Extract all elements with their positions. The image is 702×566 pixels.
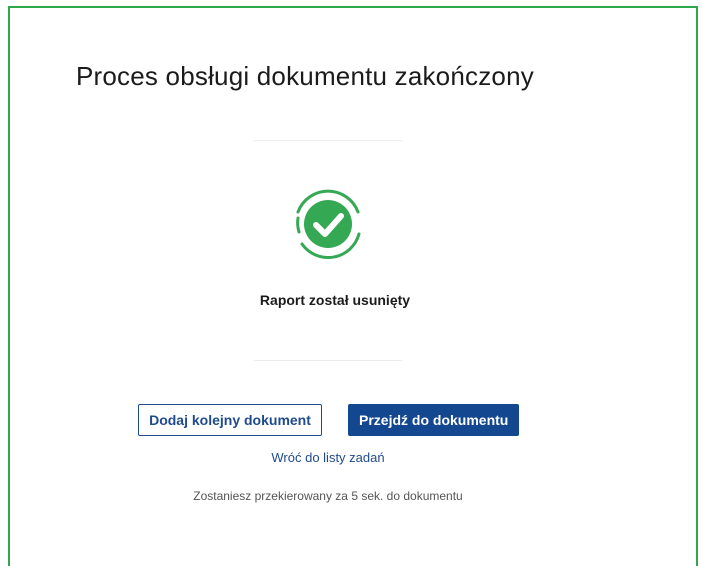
top-divider <box>254 140 402 141</box>
back-to-tasks-link[interactable]: Wróć do listy zadań <box>10 450 646 465</box>
check-circle-icon <box>296 189 361 260</box>
redirect-note: Zostaniesz przekierowany za 5 sek. do do… <box>193 489 463 503</box>
page-title: Proces obsługi dokumentu zakończony <box>76 61 534 91</box>
status-message: Raport został usunięty <box>259 292 411 308</box>
add-document-button[interactable]: Dodaj kolejny dokument <box>138 404 322 436</box>
completion-panel: Proces obsługi dokumentu zakończony Rapo… <box>8 6 698 566</box>
go-to-document-button[interactable]: Przejdź do dokumentu <box>348 404 519 436</box>
bottom-divider <box>254 360 402 361</box>
